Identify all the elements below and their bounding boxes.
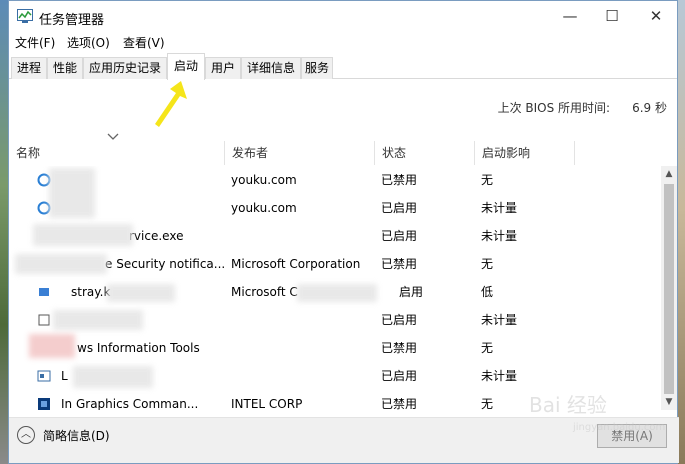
tab-app-history[interactable]: 应用历史记录 [83, 57, 167, 79]
privacy-blur [53, 310, 143, 330]
row-status: 已禁用 [381, 397, 418, 410]
privacy-blur [49, 168, 95, 218]
privacy-blur [15, 254, 107, 274]
row-status: 已禁用 [381, 257, 418, 271]
table-row[interactable]: ws Information Tools 已禁用 无 [9, 334, 661, 362]
row-name: In Graphics Comman... [61, 397, 199, 410]
tab-bar: 进程 性能 应用历史记录 启动 用户 详细信息 服务 [9, 53, 677, 80]
privacy-blur [73, 366, 153, 388]
row-publisher: INTEL CORP [231, 397, 303, 410]
minimize-button[interactable]: — [555, 5, 585, 27]
vertical-scrollbar[interactable]: ▲ ▼ [661, 166, 677, 410]
app-icon [39, 288, 49, 296]
menu-file[interactable]: 文件(F) [15, 34, 55, 51]
row-impact: 未计量 [481, 313, 518, 327]
column-header-publisher[interactable]: 发布者 [225, 141, 375, 165]
row-impact: 未计量 [481, 229, 518, 243]
row-publisher: youku.com [231, 201, 297, 215]
tab-services[interactable]: 服务 [301, 57, 333, 79]
column-header-status[interactable]: 状态 [375, 141, 475, 165]
row-status: 已禁用 [381, 341, 418, 355]
tab-performance[interactable]: 性能 [47, 57, 83, 79]
task-manager-icon [17, 9, 33, 23]
row-status: 已启用 [381, 313, 418, 327]
row-status: 已禁用 [381, 173, 418, 187]
tab-users[interactable]: 用户 [205, 57, 241, 79]
tab-startup[interactable]: 启动 [167, 53, 205, 80]
menu-view[interactable]: 查看(V) [123, 34, 165, 51]
row-impact: 无 [481, 257, 494, 271]
sort-chevron-down-icon[interactable] [107, 133, 119, 141]
table-row[interactable]: youku.com 已启用 未计量 [9, 194, 661, 222]
privacy-blur [297, 284, 377, 302]
row-publisher: youku.com [231, 173, 297, 187]
row-publisher: Microsoft Corporation [231, 257, 361, 271]
yellow-annotation-arrow [155, 81, 187, 127]
menu-options[interactable]: 选项(O) [67, 34, 110, 51]
row-name: ws Information Tools [77, 341, 200, 355]
row-impact: 无 [481, 173, 494, 187]
privacy-blur [33, 224, 133, 246]
row-name: rvice.exe [129, 229, 184, 243]
menu-bar: 文件(F) 选项(O) 查看(V) [9, 31, 677, 53]
column-header-name[interactable]: 名称 [9, 141, 225, 165]
row-name: e Security notifica... [105, 257, 225, 271]
row-impact: 未计量 [481, 369, 518, 383]
bios-time: 上次 BIOS 所用时间: 6.9 秒 [498, 99, 667, 116]
startup-list: youku.com 已禁用 无 youku.com 已启用 未计量 rvice.… [9, 166, 661, 410]
baidu-jingyan-watermark: Bai 经验 jingyan.baidu.com [529, 389, 679, 463]
app-icon [38, 314, 50, 326]
table-row[interactable]: youku.com 已禁用 无 [9, 166, 661, 194]
tab-processes[interactable]: 进程 [11, 57, 47, 79]
watermark-brand: Bai 经验 [529, 393, 607, 417]
bios-time-value: 6.9 秒 [632, 101, 667, 115]
privacy-blur [107, 284, 175, 302]
desktop-background-left [0, 0, 8, 464]
bios-time-label: 上次 BIOS 所用时间: [497, 101, 611, 115]
scroll-up-icon[interactable]: ▲ [661, 166, 677, 182]
scroll-thumb[interactable] [664, 184, 674, 394]
row-status: 已启用 [381, 229, 418, 243]
title-bar[interactable]: 任务管理器 — ☐ ✕ [9, 1, 677, 31]
window-icon [37, 370, 51, 382]
chevron-up-circle-icon[interactable]: ︿ [17, 426, 35, 444]
fewer-details-link[interactable]: 简略信息(D) [43, 427, 110, 444]
column-header-row: 名称 发布者 状态 启动影响 [9, 141, 679, 165]
row-status: 已启用 [381, 201, 418, 215]
row-impact: 未计量 [481, 201, 518, 215]
row-status: 已启用 [381, 369, 418, 383]
row-impact: 无 [481, 341, 494, 355]
row-impact: 低 [481, 285, 494, 299]
column-header-startup-impact[interactable]: 启动影响 [475, 141, 575, 165]
tab-details[interactable]: 详细信息 [241, 57, 301, 79]
maximize-button[interactable]: ☐ [597, 5, 627, 27]
privacy-blur [29, 334, 75, 358]
intel-graphics-icon [38, 398, 50, 410]
close-button[interactable]: ✕ [641, 5, 671, 27]
window-title: 任务管理器 [39, 13, 105, 28]
row-status: 启用 [399, 285, 424, 299]
watermark-url: jingyan.baidu.com [573, 422, 666, 433]
task-manager-window: 任务管理器 — ☐ ✕ 文件(F) 选项(O) 查看(V) 进程 性能 应用历史… [8, 0, 679, 464]
